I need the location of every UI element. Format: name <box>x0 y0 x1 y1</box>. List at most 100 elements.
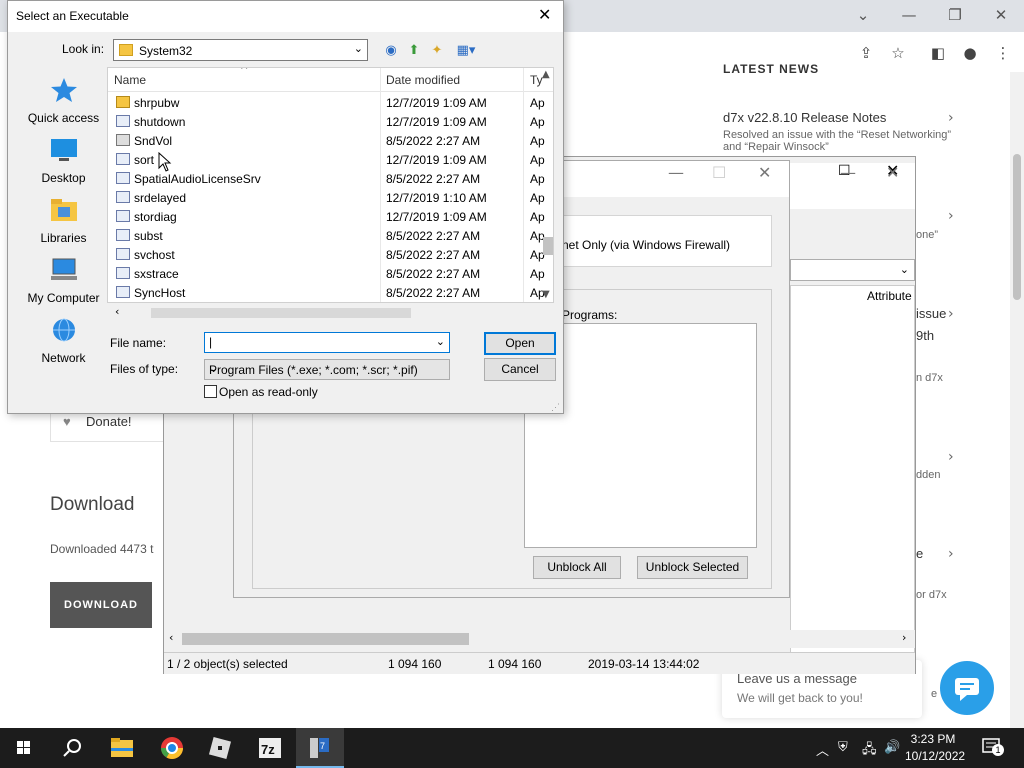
column-attribute[interactable]: Attribute <box>867 289 912 303</box>
close-icon[interactable]: ✕ <box>758 163 771 182</box>
scroll-right-icon[interactable]: › <box>902 631 906 644</box>
read-only-checkbox[interactable] <box>204 385 217 398</box>
scrollbar-thumb[interactable] <box>182 633 469 645</box>
unblock-selected-button[interactable]: Unblock Selected <box>637 556 748 579</box>
page-scrollbar[interactable] <box>1010 72 1024 728</box>
file-row[interactable]: shrpubw 12/7/2019 1:09 AM Ap <box>108 93 545 112</box>
file-name-input[interactable]: | ⌄ <box>204 332 450 353</box>
files-of-type-dropdown[interactable]: Program Files (*.exe; *.com; *.scr; *.pi… <box>204 359 450 380</box>
sort-ascending-icon: ^ <box>240 67 249 76</box>
new-folder-icon[interactable]: ✦ <box>428 42 446 59</box>
file-date: 8/5/2022 2:27 AM <box>386 134 481 148</box>
download-button[interactable]: DOWNLOAD <box>50 582 152 628</box>
menu-kebab-icon[interactable]: ⋮ <box>993 43 1013 63</box>
file-list[interactable]: Name Date modified Ty ^ shrpubw 12/7/2019… <box>107 67 554 303</box>
resize-grip-icon[interactable]: ⋰ <box>551 402 560 413</box>
network-tray-icon[interactable]: 🖧 <box>862 740 877 762</box>
restore-icon[interactable]: ❐ <box>932 4 978 26</box>
chevron-right-icon[interactable]: › <box>948 449 954 465</box>
read-only-label[interactable]: Open as read-only <box>219 385 318 399</box>
file-row[interactable]: sort 12/7/2019 1:09 AM Ap <box>108 150 545 169</box>
chat-button[interactable] <box>937 658 997 718</box>
volume-icon[interactable]: 🔊 <box>884 740 900 755</box>
place-quick-access[interactable]: Quick access <box>16 77 111 133</box>
file-row[interactable]: shutdown 12/7/2019 1:09 AM Ap <box>108 112 545 131</box>
place-desktop[interactable]: Desktop <box>16 137 111 193</box>
file-row[interactable]: SpatialAudioLicenseSrv 8/5/2022 2:27 AM Ap <box>108 169 545 188</box>
close-icon[interactable]: ✕ <box>978 4 1024 26</box>
column-name[interactable]: Name <box>114 73 146 87</box>
minimize-icon[interactable]: — <box>886 4 932 26</box>
taskbar-chrome[interactable] <box>148 728 196 768</box>
share-icon[interactable]: ⇪ <box>856 43 876 63</box>
scrollbar-thumb[interactable] <box>151 308 411 318</box>
file-row[interactable]: SyncHost 8/5/2022 2:27 AM Ap <box>108 283 545 302</box>
close-icon[interactable]: ✕ <box>538 5 551 24</box>
news-heading: LATEST NEWS <box>723 62 820 76</box>
file-row[interactable]: subst 8/5/2022 2:27 AM Ap <box>108 226 545 245</box>
look-in-dropdown[interactable]: System32 ⌄ <box>113 39 368 61</box>
up-folder-icon[interactable]: ⬆ <box>405 42 423 59</box>
application-icon <box>116 229 130 241</box>
chevron-right-icon[interactable]: › <box>948 110 954 126</box>
file-list-vscroll[interactable]: ▲ ▼ <box>539 69 556 303</box>
side-panel-icon[interactable]: ◧ <box>928 43 948 63</box>
chevron-right-icon[interactable]: › <box>948 306 954 322</box>
unblock-all-button[interactable]: Unblock All <box>533 556 621 579</box>
horizontal-scrollbar[interactable]: ‹ › <box>164 630 915 648</box>
scroll-down-icon[interactable]: ▼ <box>542 289 550 300</box>
status-bar: 1 / 2 object(s) selected 1 094 160 1 094… <box>164 652 915 674</box>
scroll-left-icon[interactable]: ‹ <box>169 631 173 644</box>
start-button[interactable] <box>0 728 48 768</box>
file-date: 12/7/2019 1:09 AM <box>386 96 487 110</box>
application-icon <box>116 115 130 127</box>
taskbar-7zip[interactable]: 7z <box>246 728 294 768</box>
place-network[interactable]: Network <box>16 317 111 373</box>
shared-folder-icon <box>116 96 130 108</box>
open-button[interactable]: Open <box>484 332 556 355</box>
taskbar-clock[interactable]: 3:23 PM 10/12/2022 <box>905 731 965 765</box>
scroll-left-icon[interactable]: ‹ <box>115 305 119 318</box>
minimize-icon[interactable]: — <box>840 163 856 182</box>
view-menu-icon[interactable]: ▦▾ <box>453 42 479 59</box>
close-icon[interactable]: ✕ <box>886 163 899 182</box>
chevron-down-icon[interactable]: ⌄ <box>436 335 445 348</box>
back-icon[interactable]: ◉ <box>382 42 400 59</box>
scrollbar-thumb[interactable] <box>1013 154 1021 300</box>
file-row[interactable]: stordiag 12/7/2019 1:09 AM Ap <box>108 207 545 226</box>
tab-search-icon[interactable]: ⌄ <box>840 4 886 26</box>
bookmark-star-icon[interactable]: ☆ <box>888 43 908 63</box>
file-list-header: Name Date modified Ty ^ <box>108 67 553 92</box>
cancel-button[interactable]: Cancel <box>484 358 556 381</box>
programs-label: Programs: <box>562 308 618 322</box>
place-libraries[interactable]: Libraries <box>16 197 111 253</box>
minimize-icon[interactable]: — <box>668 163 684 182</box>
files-of-type-label: Files of type: <box>110 362 179 376</box>
column-date-modified[interactable]: Date modified <box>386 73 460 87</box>
dialog-titlebar: Select an Executable <box>8 1 563 32</box>
profile-icon[interactable]: ● <box>960 43 980 63</box>
taskbar-d7x[interactable]: 7 <box>296 728 344 768</box>
notifications-button[interactable]: 1 <box>982 738 1004 756</box>
place-my-computer[interactable]: My Computer <box>16 257 111 313</box>
file-name: shrpubw <box>134 96 180 110</box>
news-title[interactable]: d7x v22.8.10 Release Notes <box>723 110 963 125</box>
file-row[interactable]: SndVol 8/5/2022 2:27 AM Ap <box>108 131 545 150</box>
show-hidden-icons-icon[interactable]: ︿ <box>816 740 829 759</box>
file-row[interactable]: sxstrace 8/5/2022 2:27 AM Ap <box>108 264 545 283</box>
scroll-up-icon[interactable]: ▲ <box>542 69 550 80</box>
filter-dropdown[interactable]: ⌄ <box>790 259 915 281</box>
file-list-hscroll[interactable]: ‹ <box>115 305 556 321</box>
file-row[interactable]: srdelayed 12/7/2019 1:10 AM Ap <box>108 188 545 207</box>
search-button[interactable] <box>48 728 96 768</box>
firewall-option-label[interactable]: net Only (via Windows Firewall) <box>562 238 730 252</box>
scrollbar-thumb[interactable] <box>543 237 553 255</box>
chevron-right-icon[interactable]: › <box>948 546 954 562</box>
taskbar-file-explorer[interactable] <box>98 728 146 768</box>
chevron-right-icon[interactable]: › <box>948 208 954 224</box>
file-row[interactable]: svchost 8/5/2022 2:27 AM Ap <box>108 245 545 264</box>
news-item[interactable]: d7x v22.8.10 Release Notes Resolved an i… <box>723 110 963 153</box>
security-icon[interactable]: ⛨ <box>838 740 848 755</box>
place-label: Network <box>41 351 86 365</box>
taskbar-roblox[interactable] <box>196 728 244 768</box>
